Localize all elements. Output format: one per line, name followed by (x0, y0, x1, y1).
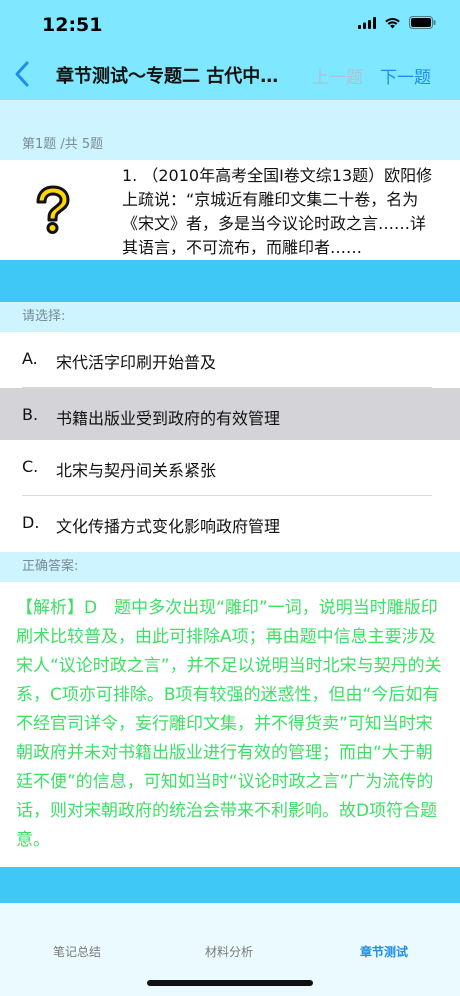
status-bar: 12:51 (0, 0, 460, 48)
divider-band (0, 260, 460, 302)
status-icons (358, 16, 436, 29)
option-letter: B. (22, 405, 39, 424)
question-mark-icon (36, 185, 70, 234)
wifi-icon (385, 17, 400, 28)
option-text: 北宋与契丹间关系紧张 (56, 461, 217, 480)
answer-header-label: 正确答案: (22, 559, 79, 574)
question-counter: 第1题 /共 5题 (22, 137, 104, 152)
nav-bar: 章节测试～专题二 古代中国的科技与文化 上一题 下一题 (0, 48, 460, 100)
question-text: 1. （2010年高考全国Ⅰ卷文综13题）欧阳修上疏说：“京城近有雕印文集二十卷… (122, 166, 433, 257)
signal-icon (358, 16, 376, 29)
option-letter: A. (22, 349, 38, 368)
nav-title: 章节测试～专题二 古代中国的科技与文化 (56, 66, 296, 87)
question-counter-header: 第1题 /共 5题 (0, 100, 460, 160)
options-header: 请选择: (0, 302, 460, 332)
option-b[interactable]: B. 书籍出版业受到政府的有效管理 (0, 388, 460, 440)
status-time: 12:51 (42, 14, 103, 36)
answer-header: 正确答案: (0, 552, 460, 582)
option-d[interactable]: D. 文化传播方式变化影响政府管理 (0, 496, 460, 552)
answer-text: 【解析】D 题中多次出现“雕印”一词，说明当时雕版印刷术比较普及，由此可排除A项… (16, 598, 442, 850)
question-block: 1. （2010年高考全国Ⅰ卷文综13题）欧阳修上疏说：“京城近有雕印文集二十卷… (0, 160, 460, 260)
option-text: 文化传播方式变化影响政府管理 (56, 517, 281, 536)
option-letter: C. (22, 457, 39, 476)
battery-icon (409, 16, 436, 29)
option-a[interactable]: A. 宋代活字印刷开始普及 (0, 332, 460, 388)
options-header-label: 请选择: (22, 309, 66, 324)
tab-notes-summary[interactable]: 笔记总结 (53, 943, 101, 960)
tab-chapter-test[interactable]: 章节测试 (360, 943, 408, 960)
option-letter: D. (22, 513, 40, 532)
bottom-band (0, 867, 460, 903)
option-c[interactable]: C. 北宋与契丹间关系紧张 (0, 440, 460, 496)
back-chevron-icon[interactable] (10, 58, 36, 90)
option-text: 宋代活字印刷开始普及 (56, 353, 217, 372)
next-question-button[interactable]: 下一题 (380, 63, 431, 88)
answer-explanation[interactable]: 【解析】D 题中多次出现“雕印”一词，说明当时雕版印刷术比较普及，由此可排除A项… (0, 582, 460, 867)
option-text: 书籍出版业受到政府的有效管理 (56, 409, 281, 428)
prev-question-button[interactable]: 上一题 (312, 63, 363, 88)
tab-material-analysis[interactable]: 材料分析 (205, 943, 253, 960)
home-indicator (147, 980, 313, 986)
